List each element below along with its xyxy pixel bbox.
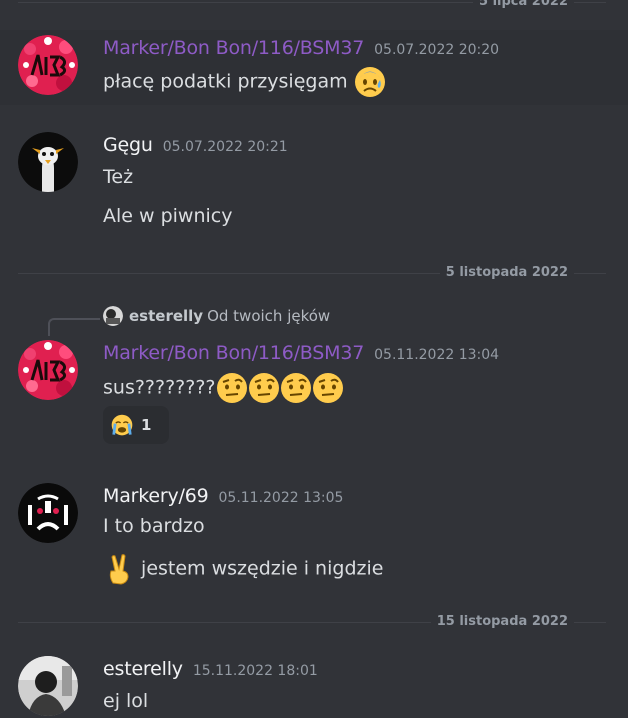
message-text: Też — [103, 166, 134, 188]
message-text: jestem wszędzie i nigdzie — [103, 553, 383, 585]
author-name[interactable]: Marker/Bon Bon/116/BSM37 — [103, 37, 364, 59]
avatar[interactable] — [18, 132, 78, 192]
message-text: Ale w piwnicy — [103, 205, 233, 227]
author-name[interactable]: Marker/Bon Bon/116/BSM37 — [103, 342, 364, 364]
avatar[interactable] — [18, 340, 78, 400]
avatar[interactable] — [18, 483, 78, 543]
message-text: sus???????? — [103, 372, 344, 404]
timestamp[interactable]: 05.07.2022 20:21 — [163, 139, 288, 155]
reaction-button[interactable]: 1 — [103, 406, 169, 444]
reply-spine — [48, 318, 100, 336]
date-divider-label: 5 listopada 2022 — [439, 265, 574, 281]
reply-preview[interactable]: esterelly Od twoich jęków — [103, 306, 330, 326]
victory-hand-icon[interactable] — [103, 553, 135, 585]
author-name[interactable]: esterelly — [103, 658, 183, 680]
avatar[interactable] — [18, 656, 78, 716]
date-divider: 5 listopada 2022 — [18, 265, 606, 281]
timestamp[interactable]: 15.11.2022 18:01 — [193, 663, 318, 679]
anxious-face-icon[interactable] — [354, 66, 386, 98]
message-text: I to bardzo — [103, 515, 205, 537]
reply-text[interactable]: Od twoich jęków — [207, 307, 330, 325]
chat-log: 5 lipca 2022 Marker/Bon Bon/116/BSM37 05.… — [0, 0, 628, 718]
author-name[interactable]: Gęgu — [103, 134, 153, 156]
reply-author[interactable]: esterelly — [129, 307, 203, 325]
reply-avatar[interactable] — [103, 306, 123, 326]
raised-eyebrow-face-icon[interactable] — [216, 372, 248, 404]
author-name[interactable]: Markery/69 — [103, 485, 209, 507]
avatar[interactable] — [18, 35, 78, 95]
message-text: ej lol — [103, 690, 149, 712]
date-divider-label: 15 listopada 2022 — [430, 614, 574, 630]
timestamp[interactable]: 05.11.2022 13:05 — [219, 490, 344, 506]
timestamp[interactable]: 05.11.2022 13:04 — [374, 347, 499, 363]
loudly-crying-face-icon — [111, 414, 133, 436]
raised-eyebrow-face-icon[interactable] — [280, 372, 312, 404]
date-divider-label: 5 lipca 2022 — [473, 0, 574, 10]
timestamp[interactable]: 05.07.2022 20:20 — [374, 42, 499, 58]
reaction-count: 1 — [141, 416, 152, 434]
raised-eyebrow-face-icon[interactable] — [248, 372, 280, 404]
date-divider: 5 lipca 2022 — [18, 0, 606, 10]
message-text: płacę podatki przysięgam — [103, 66, 386, 98]
date-divider: 15 listopada 2022 — [18, 614, 606, 630]
raised-eyebrow-face-icon[interactable] — [312, 372, 344, 404]
